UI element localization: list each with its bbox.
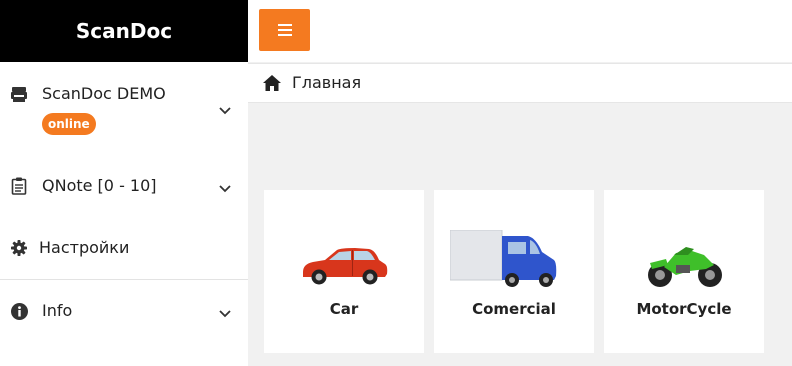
breadcrumb-current: Главная [292, 73, 362, 92]
sidebar-item-label: QNote [0 - 10] [42, 176, 157, 195]
breadcrumb: Главная [248, 63, 792, 103]
top-bar [248, 0, 792, 62]
vehicle-card-motorcycle[interactable]: MotorCycle [604, 190, 764, 353]
sidebar-item-qnote[interactable]: QNote [0 - 10] [0, 158, 248, 218]
card-label: Comercial [472, 300, 556, 318]
chevron-down-icon[interactable] [218, 180, 232, 194]
chevron-down-icon[interactable] [218, 305, 232, 319]
sidebar-item-label: ScanDoc DEMO [42, 84, 166, 103]
card-label: MotorCycle [636, 300, 732, 318]
gear-icon [10, 239, 28, 257]
sidebar-item-info[interactable]: Info [0, 280, 248, 340]
brand-logo: ScanDoc [0, 0, 248, 62]
info-icon [10, 302, 28, 320]
motorcycle-icon [646, 245, 724, 293]
clipboard-icon [10, 177, 28, 195]
status-badge: online [42, 113, 96, 135]
vehicle-card-comercial[interactable]: Comercial [434, 190, 594, 353]
home-icon[interactable] [263, 75, 281, 91]
card-label: Car [329, 300, 359, 318]
car-icon [299, 246, 389, 290]
chevron-down-icon[interactable] [218, 102, 232, 116]
sidebar-item-label: Настройки [39, 238, 130, 257]
sidebar-item-label: Info [42, 301, 73, 320]
vehicle-card-car[interactable]: Car [264, 190, 424, 353]
printer-icon [10, 85, 28, 103]
sidebar-item-scandoc-demo[interactable]: ScanDoc DEMO [0, 62, 248, 158]
menu-toggle-button[interactable] [259, 9, 310, 51]
sidebar-item-settings[interactable]: Настройки [0, 218, 248, 278]
hamburger-icon [277, 21, 292, 40]
sidebar: ScanDoc ScanDoc DEMO online QNote [0 - 1… [0, 0, 248, 366]
truck-icon [449, 229, 558, 292]
